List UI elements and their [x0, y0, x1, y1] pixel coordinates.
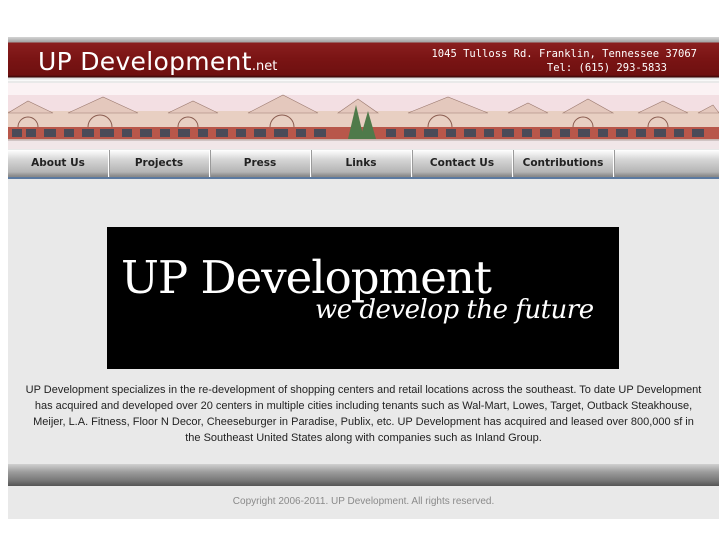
company-description: UP Development specializes in the re-dev…	[25, 384, 702, 444]
page-container: UP Development.net 1045 Tulloss Rd. Fran…	[8, 37, 719, 519]
footer-bar	[8, 464, 719, 486]
nav-press[interactable]: Press	[210, 150, 311, 177]
hero-banner: UP Development we develop the future	[107, 227, 619, 369]
logo-suffix-text: .net	[251, 59, 278, 74]
header-bar: UP Development.net 1045 Tulloss Rd. Fran…	[8, 37, 719, 81]
logo-main-text: UP Development	[38, 47, 252, 76]
shopping-center-illustration	[8, 83, 719, 149]
copyright-text: Copyright 2006-2011. UP Development. All…	[232, 496, 495, 507]
hero-tagline: we develop the future	[315, 295, 594, 325]
nav-about-us[interactable]: About Us	[8, 150, 109, 177]
address-text: 1045 Tulloss Rd. Franklin, Tennessee 370…	[431, 48, 697, 60]
nav-contributions[interactable]: Contributions	[513, 150, 614, 177]
nav-links[interactable]: Links	[311, 150, 412, 177]
shopping-center-banner	[8, 83, 719, 149]
phone-text: Tel: (615) 293-5833	[546, 62, 667, 74]
nav-projects[interactable]: Projects	[109, 150, 210, 177]
nav-contact-us[interactable]: Contact Us	[412, 150, 513, 177]
main-navigation: About Us Projects Press Links Contact Us…	[8, 150, 719, 179]
site-logo[interactable]: UP Development.net	[38, 47, 277, 76]
contact-info: 1045 Tulloss Rd. Franklin, Tennessee 370…	[431, 47, 697, 75]
